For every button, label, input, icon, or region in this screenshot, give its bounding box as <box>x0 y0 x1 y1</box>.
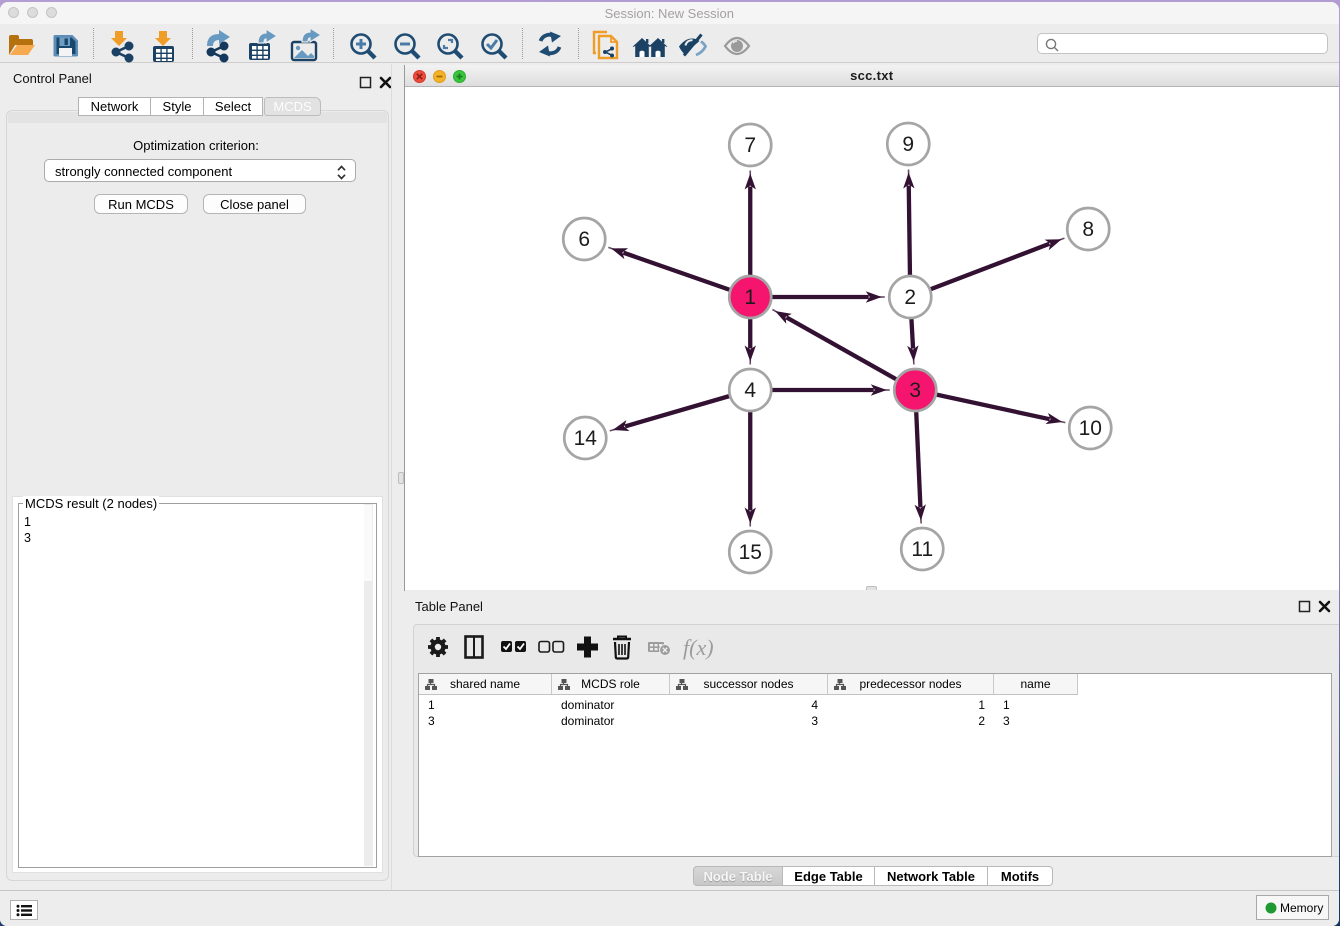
svg-text:9: 9 <box>902 133 914 156</box>
svg-text:8: 8 <box>1082 218 1094 241</box>
svg-text:1: 1 <box>744 286 756 309</box>
svg-text:2: 2 <box>904 286 916 309</box>
svg-text:10: 10 <box>1079 417 1102 440</box>
svg-text:11: 11 <box>911 538 933 561</box>
svg-text:15: 15 <box>739 541 762 564</box>
svg-text:14: 14 <box>574 427 598 450</box>
svg-text:f(x): f(x) <box>683 635 714 660</box>
svg-text:4: 4 <box>744 379 756 402</box>
svg-text:6: 6 <box>578 228 590 251</box>
svg-text:7: 7 <box>744 134 756 157</box>
svg-text:3: 3 <box>909 379 921 402</box>
